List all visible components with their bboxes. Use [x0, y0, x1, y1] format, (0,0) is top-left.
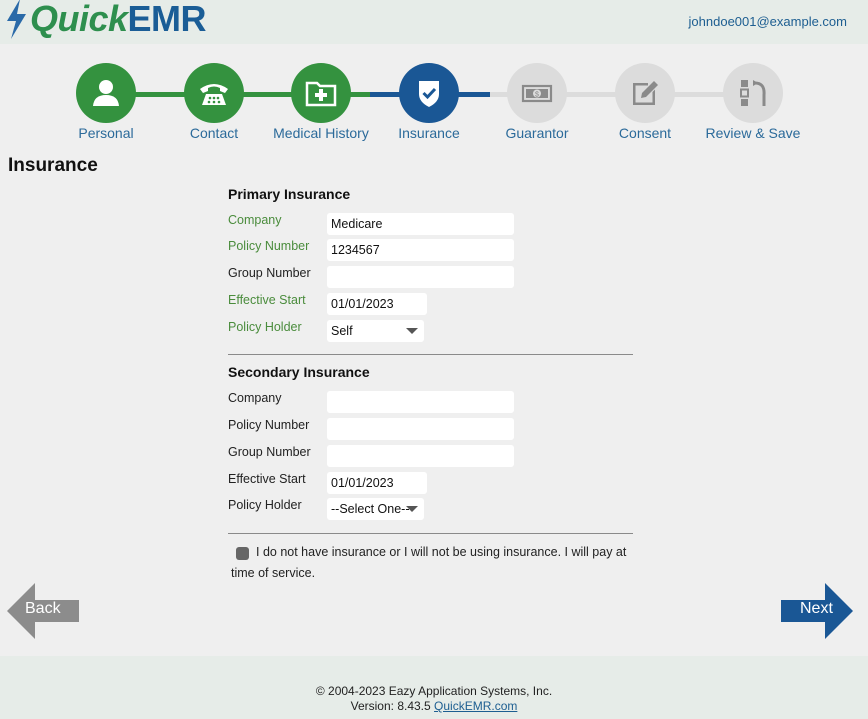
footer-version: Version: 8.43.5 QuickEMR.com	[0, 699, 868, 713]
progress-stepper: Personal Contact Medical History Insuran…	[0, 63, 868, 143]
secondary-holder-select[interactable]: --Select One--	[327, 498, 424, 520]
primary-insurance-heading: Primary Insurance	[228, 186, 351, 202]
secondary-policy-input[interactable]	[327, 418, 514, 440]
svg-text:$: $	[535, 92, 539, 99]
step-label: Review & Save	[705, 125, 801, 141]
secondary-company-label: Company	[228, 391, 282, 405]
primary-holder-label: Policy Holder	[228, 320, 302, 334]
pencil-edit-icon	[633, 81, 658, 105]
secondary-holder-value: --Select One--	[331, 502, 410, 516]
step-review-save[interactable]: Review & Save	[683, 63, 823, 141]
quickemr-logo[interactable]: QuickEMR	[4, 0, 207, 41]
primary-holder-value: Self	[331, 324, 353, 338]
secondary-policy-label: Policy Number	[228, 418, 310, 432]
primary-company-input[interactable]: Medicare	[327, 213, 514, 235]
page-title: Insurance	[8, 155, 98, 176]
primary-holder-select[interactable]: Self	[327, 320, 424, 342]
next-label: Next	[800, 600, 833, 617]
primary-group-label: Group Number	[228, 266, 311, 280]
secondary-start-label: Effective Start	[228, 472, 306, 486]
secondary-start-date-input[interactable]: 01/01/2023	[327, 472, 427, 494]
divider	[228, 533, 633, 534]
medical-folder-icon	[305, 81, 337, 107]
secondary-company-input[interactable]	[327, 391, 514, 413]
secondary-insurance-heading: Secondary Insurance	[228, 364, 370, 380]
back-button[interactable]: Back	[7, 583, 79, 639]
person-icon	[93, 80, 119, 106]
quickemr-link[interactable]: QuickEMR.com	[434, 699, 517, 713]
shield-check-icon	[419, 81, 439, 107]
divider	[228, 354, 633, 355]
primary-policy-label: Policy Number	[228, 239, 310, 253]
primary-start-label: Effective Start	[228, 293, 306, 307]
review-icon	[740, 80, 766, 106]
primary-company-label: Company	[228, 213, 282, 227]
phone-icon	[200, 84, 228, 105]
back-label: Back	[25, 600, 61, 617]
footer: © 2004-2023 Eazy Application Systems, In…	[0, 656, 868, 719]
user-email[interactable]: johndoe001@example.com	[689, 14, 847, 29]
primary-group-input[interactable]	[327, 266, 514, 288]
lightning-bolt-icon	[7, 0, 26, 39]
version-text: Version: 8.43.5	[350, 699, 431, 713]
next-button[interactable]: Next	[781, 583, 853, 639]
logo-quick-text: Quick	[30, 0, 128, 39]
logo-emr-text: EMR	[127, 0, 207, 39]
footer-copyright: © 2004-2023 Eazy Application Systems, In…	[315, 684, 553, 698]
money-icon: $	[521, 84, 553, 103]
secondary-holder-label: Policy Holder	[228, 498, 302, 512]
chevron-down-icon	[406, 328, 418, 334]
secondary-group-input[interactable]	[327, 445, 514, 467]
primary-start-date-input[interactable]: 01/01/2023	[327, 293, 427, 315]
app-header: QuickEMR johndoe001@example.com	[0, 0, 868, 44]
no-insurance-text: I do not have insurance or I will not be…	[231, 545, 627, 580]
secondary-group-label: Group Number	[228, 445, 311, 459]
main-content: Personal Contact Medical History Insuran…	[0, 44, 868, 656]
chevron-down-icon	[406, 506, 418, 512]
primary-policy-input[interactable]: 1234567	[327, 239, 514, 261]
